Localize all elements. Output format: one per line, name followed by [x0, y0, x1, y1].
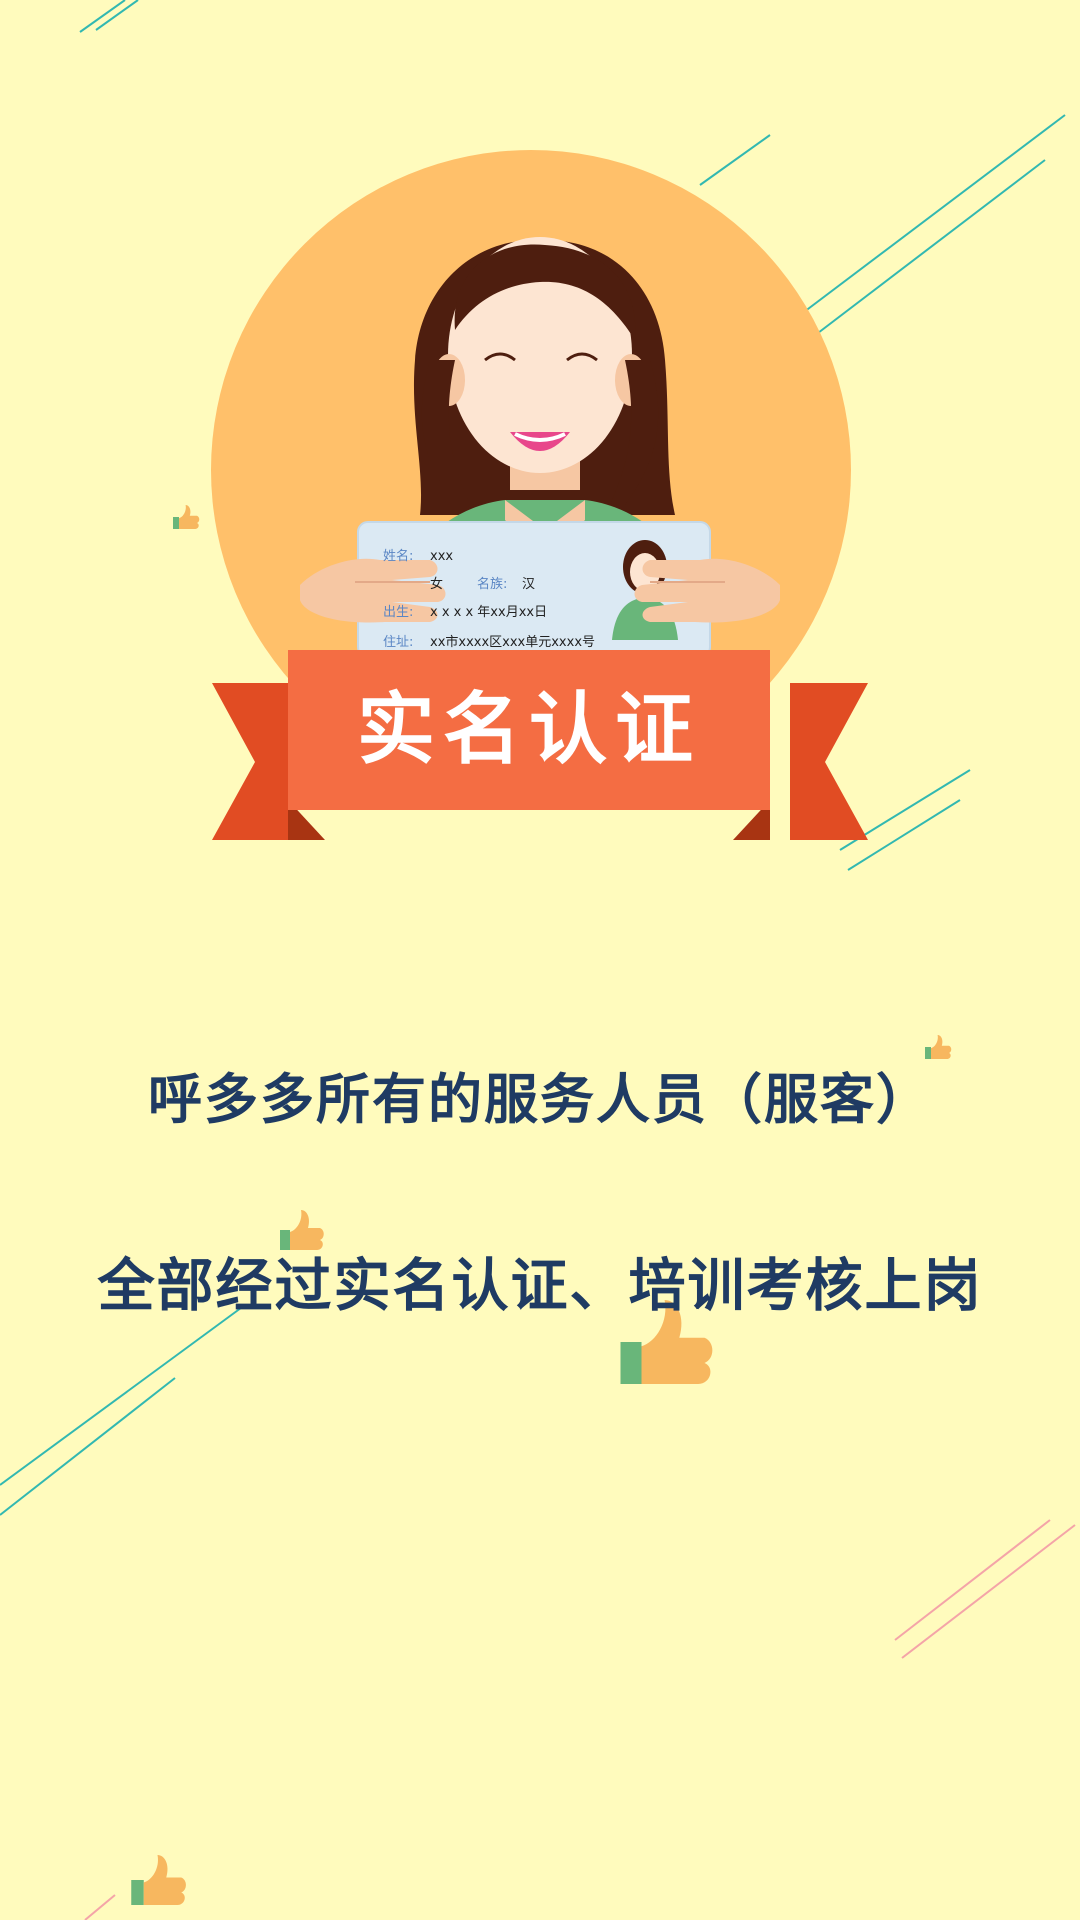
real-name-auth-page: 姓名: xxx 女 名族: 汉 出生: x x x x 年xx月xx日 住址: … [0, 0, 1080, 1920]
thumbs-up-icon [131, 1855, 186, 1905]
caption-line-2: 全部经过实名认证、培训考核上岗 [97, 1253, 983, 1319]
thumbs-layer [131, 505, 952, 1905]
caption-line-1: 呼多多所有的服务人员（服客） [148, 1068, 932, 1131]
thumbs-up-icon [173, 505, 200, 529]
banner-title: 实名认证 [356, 685, 701, 775]
